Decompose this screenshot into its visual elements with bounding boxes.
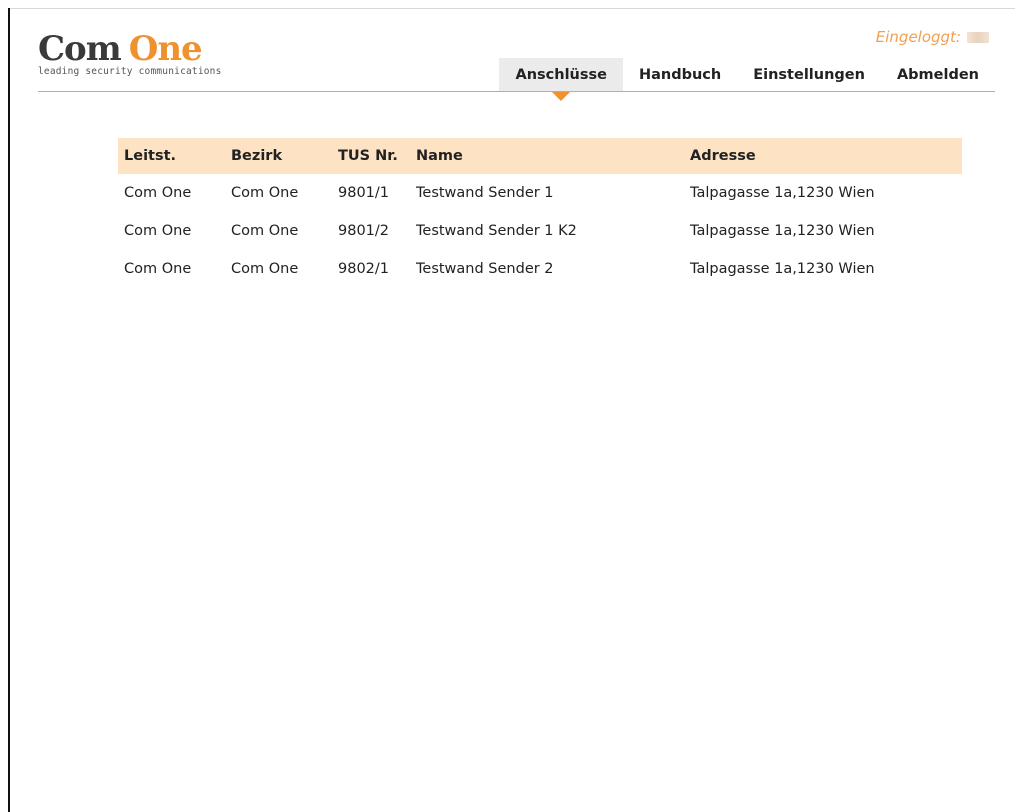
- cell-adresse: Talpagasse 1a,1230 Wien: [690, 223, 875, 239]
- login-label: Eingeloggt:: [875, 28, 961, 46]
- cell-bezirk: Com One: [231, 223, 299, 239]
- login-username-redacted: [967, 31, 989, 43]
- cell-tus-nr: 9801/1: [338, 185, 390, 201]
- table-row[interactable]: Com One Com One 9801/1 Testwand Sender 1…: [118, 174, 962, 212]
- cell-leitst: Com One: [124, 185, 192, 201]
- column-header-tus-nr: TUS Nr.: [338, 148, 398, 164]
- table-row[interactable]: Com One Com One 9802/1 Testwand Sender 2…: [118, 250, 962, 288]
- nav-tab-anschluesse[interactable]: Anschlüsse: [499, 58, 623, 101]
- cell-leitst: Com One: [124, 223, 192, 239]
- cell-tus-nr: 9802/1: [338, 261, 390, 277]
- connections-table: Leitst. Bezirk TUS Nr. Name Adresse Com …: [118, 138, 962, 288]
- main-nav: Anschlüsse Handbuch Einstellungen Abmeld…: [499, 58, 995, 101]
- header-divider: [38, 91, 995, 92]
- cell-name: Testwand Sender 2: [416, 261, 554, 277]
- nav-tab-abmelden[interactable]: Abmelden: [881, 58, 995, 91]
- cell-adresse: Talpagasse 1a,1230 Wien: [690, 261, 875, 277]
- logo-word-com: Com: [38, 29, 122, 69]
- table-row[interactable]: Com One Com One 9801/2 Testwand Sender 1…: [118, 212, 962, 250]
- connections-table-container: Leitst. Bezirk TUS Nr. Name Adresse Com …: [118, 138, 962, 288]
- cell-tus-nr: 9801/2: [338, 223, 390, 239]
- logo-word-one: One: [128, 29, 203, 69]
- nav-tab-handbuch[interactable]: Handbuch: [623, 58, 737, 91]
- window-left-edge: [8, 8, 10, 812]
- column-header-bezirk: Bezirk: [231, 148, 283, 164]
- logo-tagline: leading security communications: [38, 66, 222, 77]
- column-header-name: Name: [416, 148, 463, 164]
- cell-leitst: Com One: [124, 261, 192, 277]
- cell-name: Testwand Sender 1: [416, 185, 554, 201]
- comone-logo[interactable]: Com One leading security communications: [38, 30, 222, 77]
- table-header-row: Leitst. Bezirk TUS Nr. Name Adresse: [118, 138, 962, 174]
- column-header-adresse: Adresse: [690, 148, 756, 164]
- column-header-leitst: Leitst.: [124, 148, 177, 164]
- cell-name: Testwand Sender 1 K2: [416, 223, 577, 239]
- nav-tab-einstellungen[interactable]: Einstellungen: [737, 58, 881, 91]
- cell-bezirk: Com One: [231, 261, 299, 277]
- login-status: Eingeloggt:: [876, 28, 989, 46]
- window-top-edge: [10, 8, 1015, 9]
- cell-adresse: Talpagasse 1a,1230 Wien: [690, 185, 875, 201]
- cell-bezirk: Com One: [231, 185, 299, 201]
- logo-wordmark: Com One: [38, 30, 222, 68]
